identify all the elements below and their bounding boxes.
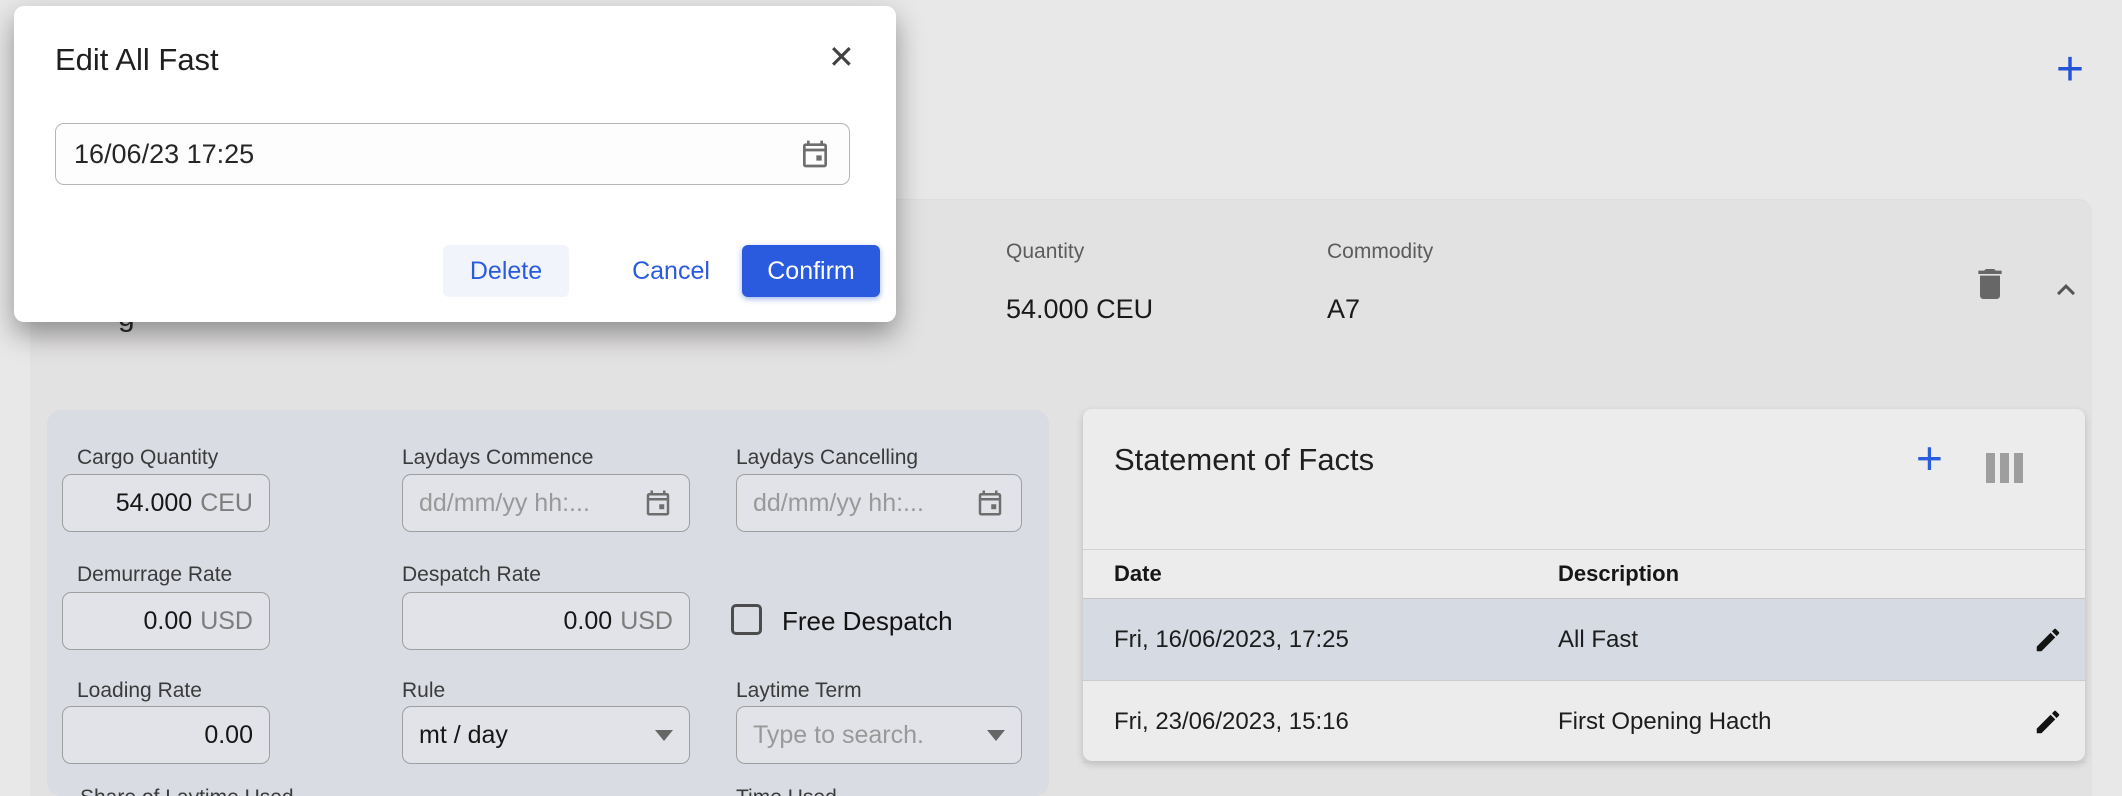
collapse-section-button[interactable]: [2048, 272, 2084, 308]
free-despatch-label: Free Despatch: [782, 606, 953, 637]
add-sof-entry-button[interactable]: +: [1916, 431, 1943, 485]
loading-rate-value: 0.00: [204, 721, 253, 750]
laytime-term-select[interactable]: Type to search.: [736, 706, 1022, 764]
chevron-down-icon: [987, 730, 1005, 741]
delete-cargo-button[interactable]: [1970, 262, 2010, 306]
sof-row-description: All Fast: [1558, 626, 1638, 654]
free-despatch-checkbox[interactable]: [731, 604, 762, 635]
sof-table-header: Date Description: [1083, 549, 2085, 599]
cargo-quantity-label: Cargo Quantity: [77, 446, 218, 470]
add-cargo-button[interactable]: +: [2056, 42, 2084, 97]
sof-row-description: First Opening Hacth: [1558, 708, 1771, 736]
laydays-commence-label: Laydays Commence: [402, 446, 593, 470]
share-of-laytime-used-label: Share of Laytime Used: [80, 786, 294, 796]
despatch-rate-input[interactable]: 0.00 USD: [402, 592, 690, 650]
statement-of-facts-card: Statement of Facts + Date Description Fr…: [1083, 409, 2085, 761]
delete-button[interactable]: Delete: [443, 245, 569, 297]
cargo-quantity-value: 54.000: [116, 489, 192, 518]
despatch-rate-value: 0.00: [564, 607, 613, 636]
loading-rate-label: Loading Rate: [77, 679, 202, 703]
commodity-value: A7: [1327, 294, 1360, 325]
chevron-up-icon: [2048, 296, 2084, 311]
time-used-label: Time Used: [736, 786, 837, 796]
trash-icon: [1970, 294, 2010, 309]
cargo-quantity-unit: CEU: [200, 489, 253, 518]
statement-of-facts-title: Statement of Facts: [1114, 442, 1374, 478]
confirm-button[interactable]: Confirm: [742, 245, 880, 297]
cargo-quantity-input[interactable]: 54.000 CEU: [62, 474, 270, 532]
table-columns-icon[interactable]: [1986, 453, 2023, 483]
sof-row-date: Fri, 23/06/2023, 15:16: [1114, 708, 1349, 736]
rule-label: Rule: [402, 679, 445, 703]
calendar-icon[interactable]: [975, 488, 1005, 518]
sof-table: Date Description Fri, 16/06/2023, 17:25 …: [1083, 549, 2085, 763]
demurrage-rate-label: Demurrage Rate: [77, 563, 232, 587]
rule-value: mt / day: [419, 721, 508, 750]
commodity-label: Commodity: [1327, 240, 1433, 264]
date-column-header: Date: [1114, 561, 1162, 587]
laydays-cancelling-placeholder: dd/mm/yy hh:...: [753, 489, 965, 518]
quantity-value: 54.000 CEU: [1006, 294, 1153, 325]
app-screen: g + Quantity 54.000 CEU Commodity A7: [0, 0, 2122, 796]
datetime-field[interactable]: [55, 123, 850, 185]
demurrage-rate-input[interactable]: 0.00 USD: [62, 592, 270, 650]
laydays-cancelling-input[interactable]: dd/mm/yy hh:...: [736, 474, 1022, 532]
cancel-button[interactable]: Cancel: [612, 245, 730, 297]
table-row[interactable]: Fri, 16/06/2023, 17:25 All Fast: [1083, 599, 2085, 681]
loading-rate-input[interactable]: 0.00: [62, 706, 270, 764]
calendar-icon[interactable]: [643, 488, 673, 518]
demurrage-rate-value: 0.00: [144, 607, 193, 636]
laytime-form-panel: Cargo Quantity 54.000 CEU Laydays Commen…: [47, 410, 1049, 796]
chevron-down-icon: [655, 730, 673, 741]
laydays-commence-placeholder: dd/mm/yy hh:...: [419, 489, 633, 518]
pencil-icon: [2033, 643, 2063, 658]
demurrage-rate-unit: USD: [200, 607, 253, 636]
calendar-icon[interactable]: [799, 138, 831, 170]
laydays-commence-input[interactable]: dd/mm/yy hh:...: [402, 474, 690, 532]
description-column-header: Description: [1558, 561, 1679, 587]
rule-select[interactable]: mt / day: [402, 706, 690, 764]
pencil-icon: [2033, 725, 2063, 740]
close-icon[interactable]: ✕: [822, 32, 861, 82]
edit-row-button[interactable]: [2033, 625, 2063, 655]
quantity-label: Quantity: [1006, 240, 1084, 264]
table-row[interactable]: Fri, 23/06/2023, 15:16 First Opening Hac…: [1083, 681, 2085, 763]
laytime-term-placeholder: Type to search.: [753, 721, 987, 750]
edit-row-button[interactable]: [2033, 707, 2063, 737]
sof-row-date: Fri, 16/06/2023, 17:25: [1114, 626, 1349, 654]
laydays-cancelling-label: Laydays Cancelling: [736, 446, 918, 470]
dialog-title: Edit All Fast: [55, 42, 219, 78]
despatch-rate-unit: USD: [620, 607, 673, 636]
datetime-input[interactable]: [74, 139, 789, 170]
despatch-rate-label: Despatch Rate: [402, 563, 541, 587]
edit-all-fast-dialog: Edit All Fast ✕ Delete Cancel Confirm: [14, 6, 896, 322]
laytime-term-label: Laytime Term: [736, 679, 862, 703]
